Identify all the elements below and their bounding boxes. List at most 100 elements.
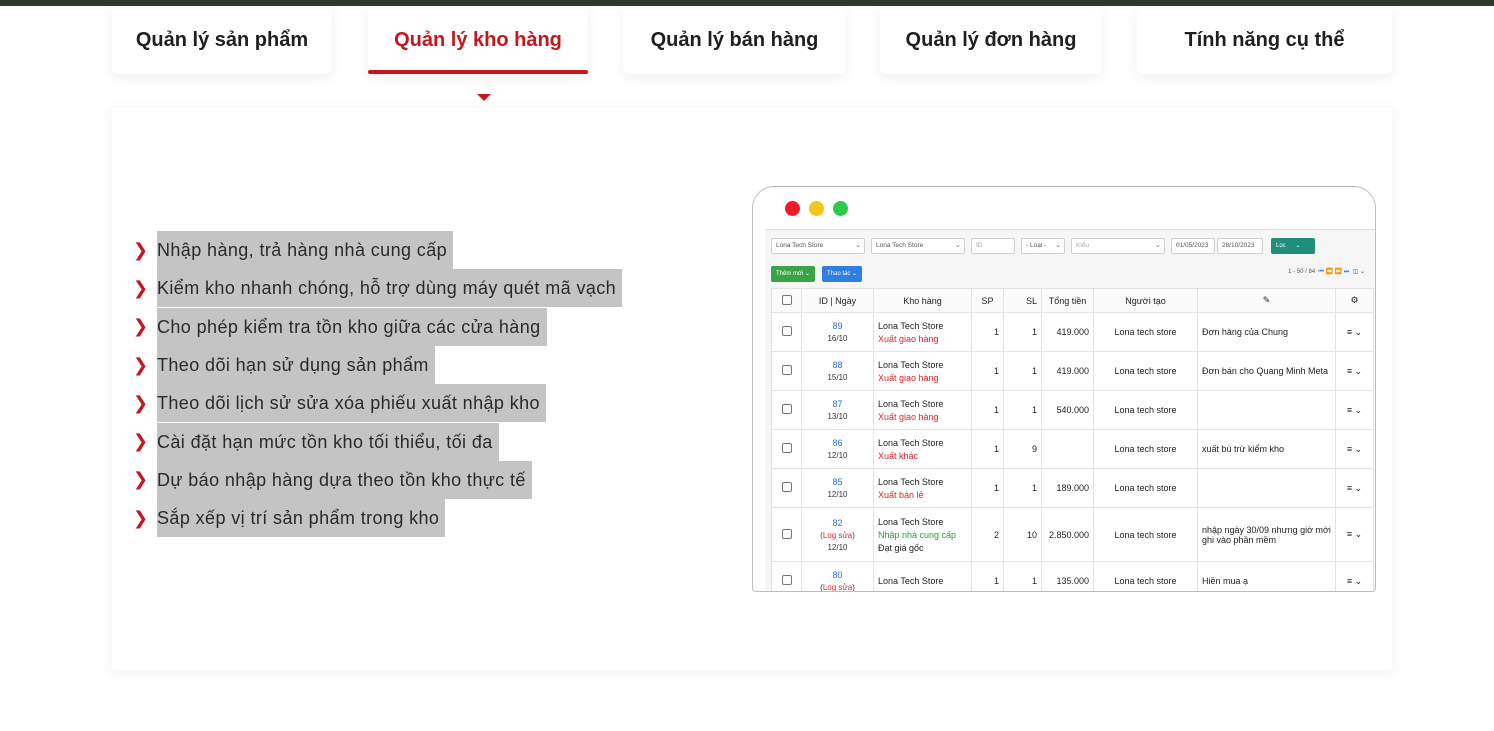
warehouse-table: ID | Ngày Kho hàng SP SL Tổng tiền Người… <box>771 288 1374 591</box>
checkbox-icon <box>781 326 792 336</box>
note-cell: Đơn hàng của Chung <box>1197 312 1336 352</box>
chevron-down-icon: ⌄ <box>1055 242 1061 249</box>
note-column-header: ✎ <box>1197 288 1336 313</box>
row-menu-icon: ≡ ⌄ <box>1335 312 1374 352</box>
sp-cell: 1 <box>971 561 1004 591</box>
voucher-type: Xuất bán lẻ <box>878 489 924 500</box>
column-header: Người tạo <box>1093 288 1198 313</box>
table-row: 80 (Log sửa) Lona Tech Store 1 1 135.000 Lona … <box>771 561 1374 591</box>
order-id-link: 82 <box>832 517 843 528</box>
pager: 1 - 50 / 84 ⏮ ⏪ ⏩ ⏭ ◫ ⌄ <box>1288 268 1365 276</box>
column-header: SP <box>971 288 1004 313</box>
row-checkbox-cell <box>771 561 802 591</box>
creator-cell: Lona tech store <box>1093 561 1198 591</box>
table-row: 86 12/10 Lona Tech Store Xuất khác 1 9 Lona te… <box>771 429 1374 469</box>
active-tab-caret-icon <box>477 94 491 101</box>
add-new-button: Thêm mới ⌄ <box>771 266 815 282</box>
total-cell: 135.000 <box>1041 561 1094 591</box>
store-cell: Lona Tech Store Xuất giao hàng <box>873 390 972 430</box>
id-date-cell: 80 (Log sửa) <box>801 561 874 591</box>
columns-icon: ◫ ⌄ <box>1352 269 1365 275</box>
maximize-dot-icon <box>833 201 848 216</box>
chevron-down-icon: ⌄ <box>855 242 861 249</box>
id-placeholder: ID <box>976 242 983 249</box>
store-select: Lona Tech Store ⌄ <box>871 238 965 254</box>
sp-cell: 1 <box>971 468 1004 508</box>
order-id-link: 86 <box>832 438 843 448</box>
column-header: Tổng tiền <box>1041 288 1094 313</box>
filter-label: Lọc <box>1276 243 1286 249</box>
order-id-link: 80 <box>832 570 843 580</box>
creator-cell: Lona tech store <box>1093 390 1198 430</box>
creator-cell: Lona tech store <box>1093 312 1198 352</box>
order-id-link: 87 <box>832 399 843 409</box>
creator-cell: Lona tech store <box>1093 429 1198 469</box>
voucher-type: Nhập nhà cung cấp <box>878 529 957 540</box>
row-checkbox-cell <box>771 390 802 430</box>
store-cell: Lona Tech Store Xuất khác <box>873 429 972 469</box>
sp-cell: 1 <box>971 312 1004 352</box>
total-cell: 540.000 <box>1041 390 1094 430</box>
id-field: ID <box>971 238 1015 254</box>
chevron-right-icon: ❯ <box>133 239 149 260</box>
sp-cell: 1 <box>971 351 1004 391</box>
feature-item: ❯ Theo dõi hạn sử dụng sản phẩm <box>133 346 622 385</box>
feature-item: ❯ Kiểm kho nhanh chóng, hỗ trợ dùng máy q… <box>133 269 623 308</box>
tab-sales-management[interactable]: Quản lý bán hàng <box>623 6 846 74</box>
store-name: Lona Tech Store <box>878 398 944 409</box>
feature-text: Kiểm kho nhanh chóng, hỗ trợ dùng máy qu… <box>157 269 623 308</box>
table-header: ID | Ngày Kho hàng SP SL Tổng tiền Người… <box>771 288 1374 313</box>
checkbox-icon <box>781 528 792 539</box>
date-from-field: 01/05/2023 <box>1171 238 1215 254</box>
row-checkbox-cell <box>771 351 802 391</box>
sl-cell: 1 <box>1003 468 1042 508</box>
id-date-cell: 85 12/10 <box>801 468 874 508</box>
sl-cell: 1 <box>1003 561 1042 591</box>
date-value: 28/10/2023 <box>1222 242 1255 249</box>
tab-order-management[interactable]: Quản lý đơn hàng <box>880 6 1102 74</box>
feature-text: Theo dõi lịch sử sửa xóa phiếu xuất nhập… <box>157 384 546 423</box>
tab-label: Quản lý bán hàng <box>650 28 819 51</box>
chevron-right-icon: ❯ <box>133 507 149 528</box>
chevron-right-icon: ❯ <box>133 316 149 337</box>
id-date-cell: 89 16/10 <box>801 312 874 352</box>
feature-list: ❯ Nhập hàng, trả hàng nhà cung cấp ❯ Kiểm … <box>133 231 623 538</box>
checkbox-icon <box>781 575 792 585</box>
sl-cell: 1 <box>1003 312 1042 352</box>
row-menu-icon: ≡ ⌄ <box>1335 351 1374 391</box>
row-menu-icon: ≡ ⌄ <box>1335 429 1374 469</box>
feature-text: Cho phép kiểm tra tồn kho giữa các cửa h… <box>157 307 547 346</box>
chevron-right-icon: ❯ <box>133 392 149 413</box>
id-date-cell: 86 12/10 <box>801 429 874 469</box>
store-name: Lona Tech Store <box>878 320 944 331</box>
app-screenshot-window: Lona Tech Store ⌄ Lona Tech Store ⌄ ID - L… <box>752 186 1376 592</box>
gear-icon: ⚙ <box>1350 295 1359 305</box>
voucher-type: Xuất giao hàng <box>878 333 939 344</box>
feature-text: Cài đặt hạn mức tồn kho tối thiểu, tối đ… <box>157 422 499 461</box>
sl-cell: 10 <box>1003 507 1042 562</box>
note-cell <box>1197 468 1336 508</box>
store-name: Lona Tech Store <box>878 359 944 370</box>
row-menu-icon: ≡ ⌄ <box>1335 390 1374 430</box>
row-menu-icon: ≡ ⌄ <box>1335 468 1374 508</box>
actions-button: Thao tác ⌄ <box>822 266 863 282</box>
row-menu-icon: ≡ ⌄ <box>1335 561 1374 591</box>
tab-label: Quản lý kho hàng <box>394 28 562 51</box>
id-date-cell: 82 (Log sửa) 12/10 <box>801 507 874 562</box>
edit-note-icon: ✎ <box>1262 295 1271 305</box>
creator-cell: Lona tech store <box>1093 468 1198 508</box>
filter-button: Lọc ⌄ <box>1271 238 1315 254</box>
checkbox-icon <box>781 294 792 305</box>
tab-product-management[interactable]: Quản lý sản phẩm <box>112 6 332 74</box>
total-cell: 189.000 <box>1041 468 1094 508</box>
tab-warehouse-management[interactable]: Quản lý kho hàng <box>368 6 588 74</box>
store-cell: Lona Tech Store Xuất giao hàng <box>873 312 972 352</box>
table-row: 88 15/10 Lona Tech Store Xuất giao hàng 1 1 41… <box>771 351 1374 391</box>
feature-item: ❯ Sắp xếp vị trí sản phẩm trong kho <box>133 499 622 538</box>
sp-cell: 1 <box>971 429 1004 469</box>
column-header: ID | Ngày <box>801 288 874 313</box>
tab-specific-features[interactable]: Tính năng cụ thể <box>1137 6 1392 74</box>
active-tab-underline <box>368 70 588 74</box>
sp-cell: 1 <box>971 390 1004 430</box>
table-row: 87 13/10 Lona Tech Store Xuất giao hàng 1 1 54… <box>771 390 1374 430</box>
